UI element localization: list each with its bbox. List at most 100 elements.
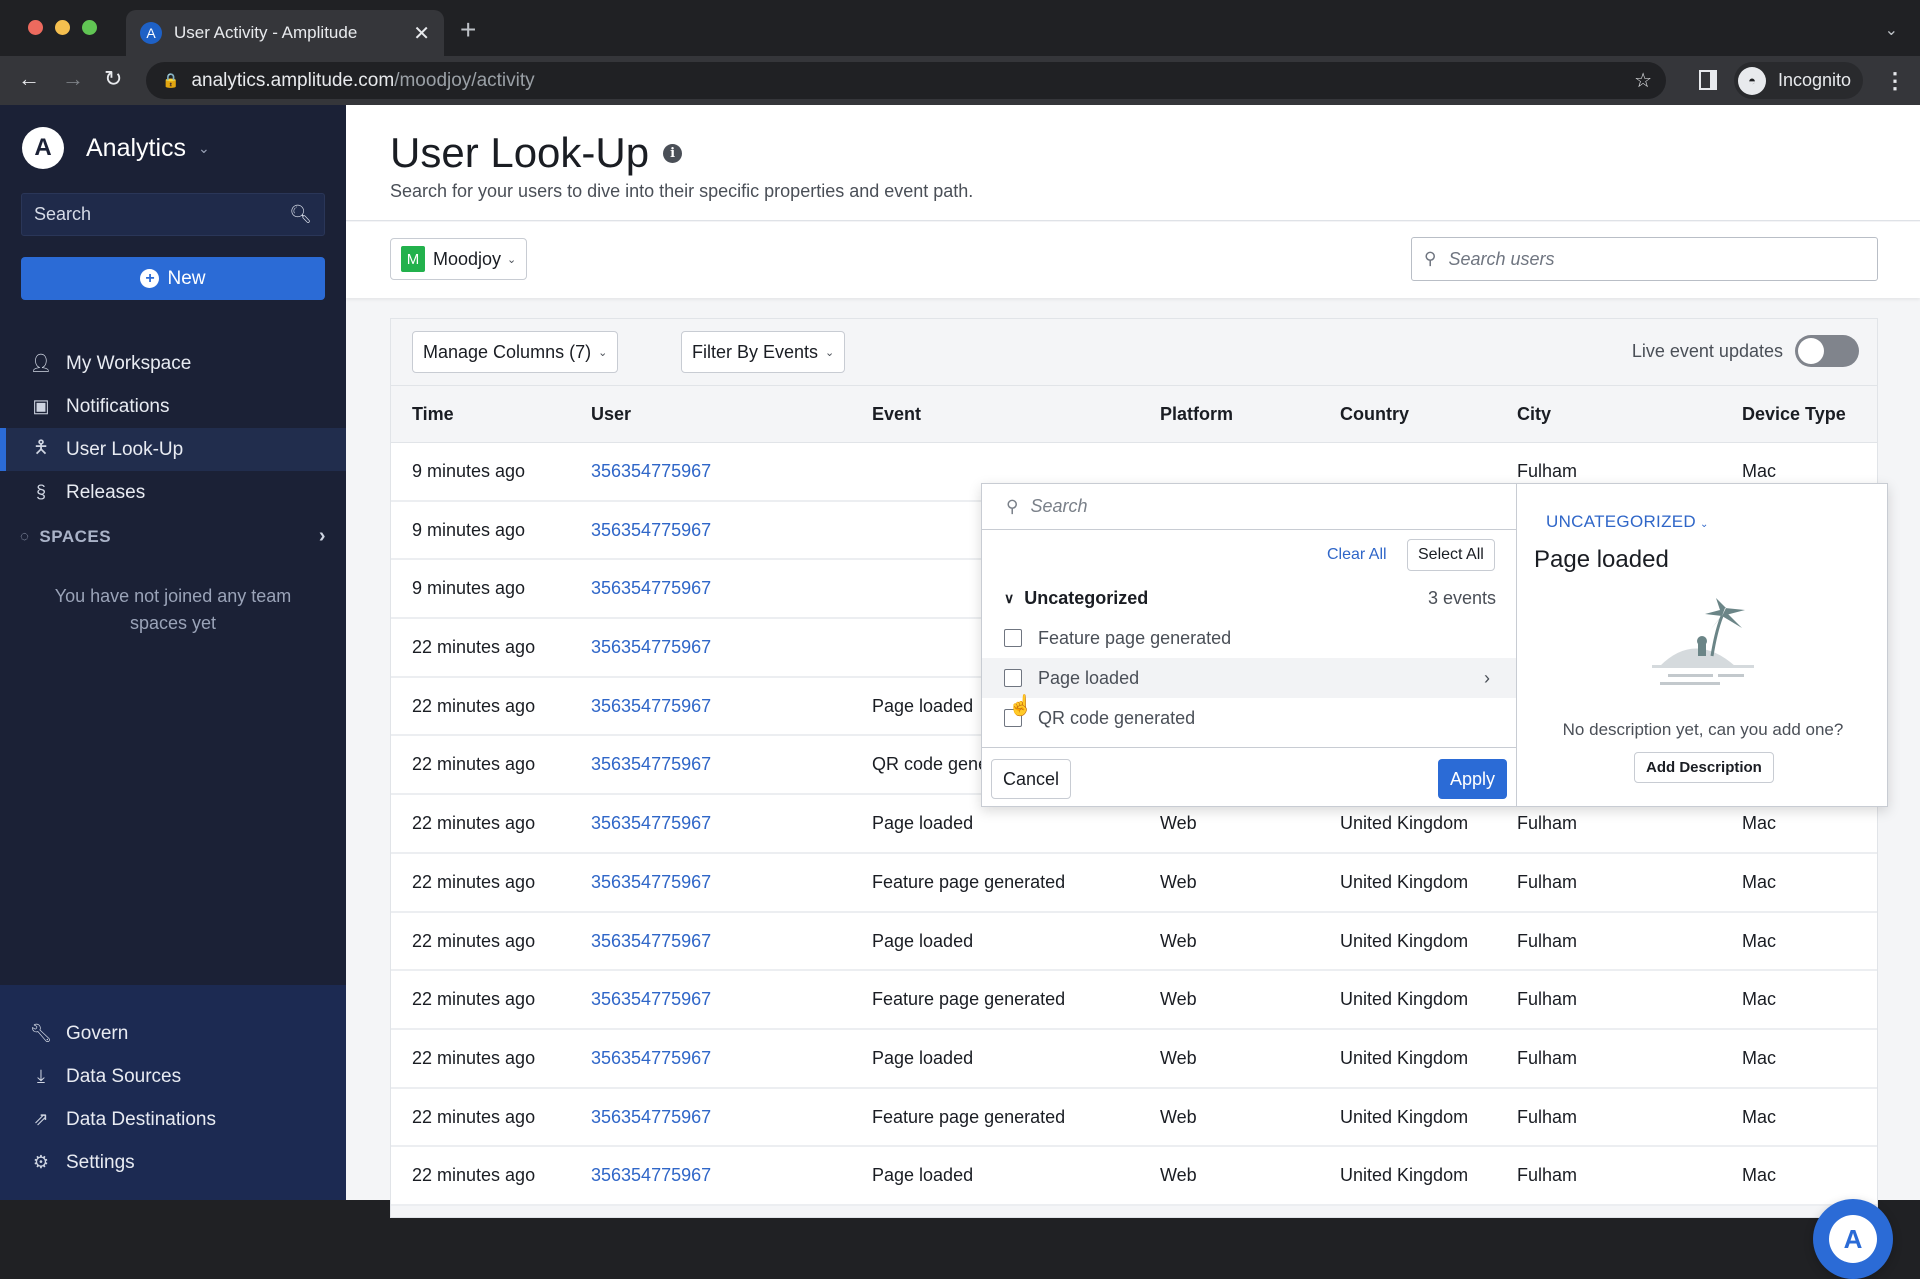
live-updates-toggle[interactable]: [1795, 335, 1859, 367]
chevron-down-icon: ⌄: [507, 253, 517, 266]
island-illustration-icon: [1652, 598, 1754, 685]
project-selector[interactable]: M Moodjoy ⌄: [390, 238, 528, 280]
cell-time: 22 minutes ago: [412, 1106, 536, 1127]
profile-label: Incognito: [1778, 70, 1852, 90]
minimize-window-button[interactable]: [55, 20, 70, 35]
sidebar-item-notifications[interactable]: ▣ Notifications: [0, 385, 346, 428]
cell-user[interactable]: 356354775967: [591, 1048, 711, 1069]
cell-platform: Web: [1160, 871, 1197, 892]
column-header-user[interactable]: User: [591, 404, 631, 425]
event-option-page-loaded[interactable]: Page loaded ›: [982, 658, 1516, 698]
column-header-event[interactable]: Event: [872, 404, 921, 425]
cell-user[interactable]: 356354775967: [591, 637, 711, 658]
sidebar-item-releases[interactable]: § Releases: [0, 471, 346, 514]
sidebar-item-settings[interactable]: ⚙ Settings: [0, 1141, 346, 1184]
table-row[interactable]: 22 minutes ago 356354775967 Page loaded Web…: [391, 912, 1877, 972]
forward-icon[interactable]: →: [62, 66, 84, 92]
browser-tab[interactable]: A User Activity - Amplitude ✕: [126, 10, 444, 56]
filter-by-events-button[interactable]: Filter By Events ⌄: [681, 331, 846, 373]
cell-user[interactable]: 356354775967: [591, 461, 711, 482]
column-header-city[interactable]: City: [1517, 404, 1551, 425]
url-host: analytics.amplitude.com: [191, 69, 395, 91]
info-icon[interactable]: i: [663, 143, 683, 163]
table-row[interactable]: 22 minutes ago 356354775967 Page loaded Web…: [391, 1147, 1877, 1206]
chevron-right-icon[interactable]: ›: [319, 525, 326, 548]
cell-platform: Web: [1160, 813, 1197, 834]
table-row[interactable]: 22 minutes ago 356354775967 Feature page g…: [391, 971, 1877, 1030]
tab-search-chevron-icon[interactable]: ⌄: [1885, 20, 1898, 40]
column-header-time[interactable]: Time: [412, 404, 454, 425]
cell-user[interactable]: 356354775967: [591, 872, 711, 893]
sidebar-item-user-look-up[interactable]: 🯅 User Look-Up: [0, 428, 346, 471]
filter-by-events-label: Filter By Events: [692, 341, 819, 362]
column-header-platform[interactable]: Platform: [1160, 404, 1233, 425]
sidebar-item-data-destinations[interactable]: ⇗ Data Destinations: [0, 1098, 346, 1141]
amplitude-favicon-icon: A: [140, 22, 162, 44]
cell-user[interactable]: 356354775967: [591, 578, 711, 599]
sidebar-item-my-workspace[interactable]: 👤︎ My Workspace: [0, 342, 346, 385]
cell-user[interactable]: 356354775967: [591, 813, 711, 834]
new-button[interactable]: + New: [21, 257, 325, 300]
close-window-button[interactable]: [28, 20, 43, 35]
column-header-device-type[interactable]: Device Type: [1742, 404, 1846, 425]
cell-user[interactable]: 356354775967: [591, 754, 711, 775]
cell-city: Fulham: [1517, 989, 1578, 1010]
chevron-right-icon[interactable]: ›: [1484, 668, 1490, 689]
category-dropdown[interactable]: UNCATEGORIZED ⌄: [1546, 512, 1709, 532]
address-bar[interactable]: 🔒 analytics.amplitude.com /moodjoy/activ…: [146, 62, 1666, 99]
sidebar-search-input[interactable]: Search 🔍︎: [21, 193, 325, 236]
sidebar-item-data-sources[interactable]: ⤓ Data Sources: [0, 1055, 346, 1098]
cell-time: 22 minutes ago: [412, 1165, 536, 1186]
side-panel-icon[interactable]: [1699, 70, 1717, 90]
new-tab-icon[interactable]: +: [460, 14, 476, 46]
bookmark-star-icon[interactable]: ☆: [1634, 68, 1652, 93]
tab-title: User Activity - Amplitude: [174, 23, 358, 42]
cell-country: United Kingdom: [1340, 989, 1469, 1010]
toggle-knob: [1798, 338, 1824, 364]
inbox-icon: ▣: [32, 396, 50, 416]
event-option-qr-code-generated[interactable]: QR code generated: [982, 698, 1516, 738]
event-search-input[interactable]: ⚲ Search: [982, 484, 1516, 530]
amplitude-help-button[interactable]: A: [1813, 1199, 1893, 1279]
app-switcher[interactable]: A Analytics ⌄: [22, 127, 210, 169]
column-header-country[interactable]: Country: [1340, 404, 1409, 425]
cell-time: 22 minutes ago: [412, 754, 536, 775]
add-description-button[interactable]: Add Description: [1634, 752, 1774, 783]
amplitude-logo-icon: A: [22, 127, 64, 169]
reload-icon[interactable]: ↻: [104, 66, 122, 92]
event-search-placeholder: Search: [1030, 496, 1088, 516]
cell-user[interactable]: 356354775967: [591, 520, 711, 541]
cell-country: United Kingdom: [1340, 1165, 1469, 1186]
category-row[interactable]: ∨ Uncategorized 3 events: [1004, 588, 1496, 609]
event-option-feature-page-generated[interactable]: Feature page generated: [982, 618, 1516, 658]
cell-device-type: Mac: [1742, 871, 1777, 892]
search-users-input[interactable]: ⚲ Search users: [1411, 237, 1878, 281]
cell-user[interactable]: 356354775967: [591, 1165, 711, 1186]
table-row[interactable]: 22 minutes ago 356354775967 Feature page g…: [391, 1088, 1877, 1148]
sidebar-item-govern[interactable]: 🔧︎ Govern: [0, 1012, 346, 1055]
table-row[interactable]: 22 minutes ago 356354775967 Page loaded Web…: [391, 1029, 1877, 1089]
table-row[interactable]: 22 minutes ago 356354775967 Feature page g…: [391, 853, 1877, 913]
event-checkbox[interactable]: [1004, 629, 1022, 647]
manage-columns-button[interactable]: Manage Columns (7) ⌄: [412, 331, 619, 373]
app: A Analytics ⌄ Search 🔍︎ + New 👤︎ My Work…: [0, 105, 1920, 1279]
live-updates-label: Live event updates: [1631, 340, 1783, 361]
cell-user[interactable]: 356354775967: [591, 1107, 711, 1128]
cancel-button[interactable]: Cancel: [991, 759, 1072, 799]
back-icon[interactable]: ←: [18, 66, 40, 92]
sidebar-item-label: Data Destinations: [66, 1108, 216, 1130]
cell-user[interactable]: 356354775967: [591, 931, 711, 952]
cell-country: United Kingdom: [1340, 1106, 1469, 1127]
cell-platform: Web: [1160, 989, 1197, 1010]
apply-button[interactable]: Apply: [1437, 759, 1507, 799]
profile-button[interactable]: ◓ Incognito: [1734, 62, 1864, 99]
clear-all-link[interactable]: Clear All: [1327, 546, 1387, 564]
spaces-header[interactable]: ◌ SPACES ›: [20, 525, 326, 548]
select-all-button[interactable]: Select All: [1407, 539, 1495, 571]
browser-menu-icon[interactable]: ⋮: [1884, 68, 1906, 94]
event-checkbox[interactable]: [1004, 669, 1022, 687]
close-tab-icon[interactable]: ✕: [413, 21, 430, 46]
cell-user[interactable]: 356354775967: [591, 989, 711, 1010]
cell-user[interactable]: 356354775967: [591, 696, 711, 717]
maximize-window-button[interactable]: [82, 20, 97, 35]
